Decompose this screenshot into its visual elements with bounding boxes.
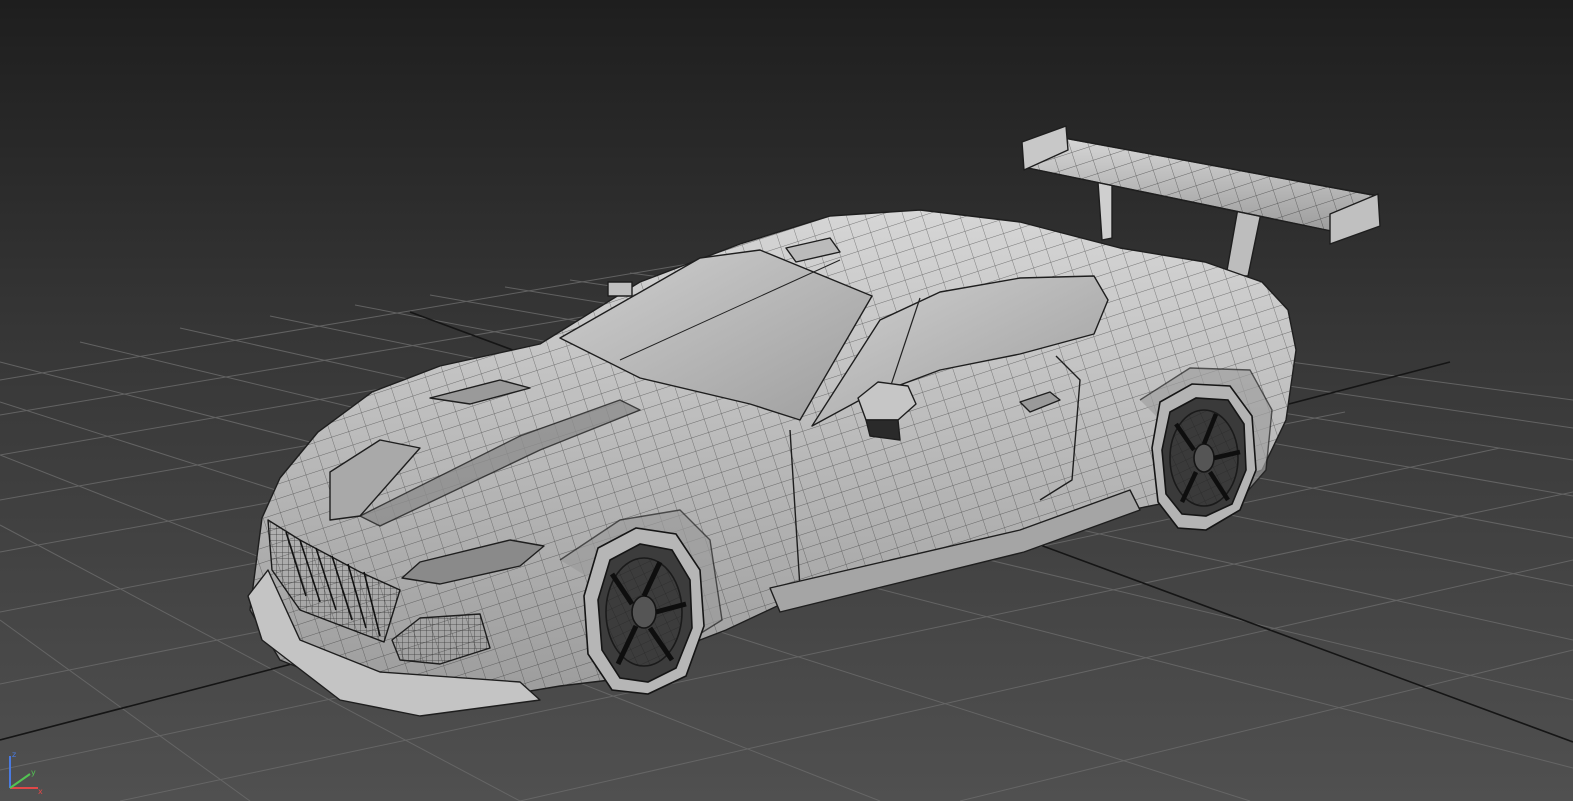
axis-tripod-icon: z x y (9, 750, 43, 796)
svg-text:y: y (31, 768, 36, 777)
svg-text:z: z (12, 750, 16, 759)
front-wheel[interactable] (583, 527, 705, 695)
3d-viewport[interactable]: z x y (0, 0, 1573, 801)
svg-text:x: x (38, 787, 43, 796)
rear-wheel[interactable] (1151, 383, 1257, 531)
viewport-scene[interactable] (0, 0, 1573, 801)
antenna[interactable] (607, 281, 633, 297)
